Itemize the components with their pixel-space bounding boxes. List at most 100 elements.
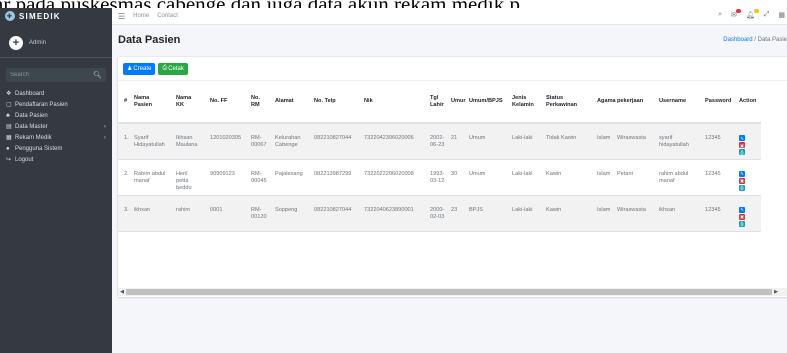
- sidebar-search-input[interactable]: [10, 72, 80, 78]
- column-header[interactable]: #: [118, 81, 134, 124]
- table-cell: 12345: [705, 123, 739, 160]
- sidebar-item-label: Rekam Medik: [15, 134, 52, 141]
- column-header[interactable]: pekerjaan: [617, 81, 659, 124]
- column-header[interactable]: No. RM: [251, 81, 275, 124]
- column-header[interactable]: No. FF: [210, 81, 251, 124]
- scroll-left-icon[interactable]: ◀: [118, 289, 126, 295]
- table-cell: 7322040623890001: [364, 195, 430, 232]
- edit-icon[interactable]: ✎: [739, 170, 745, 177]
- sidebar-item-pendaftaran-pasien[interactable]: ▢ Pendaftaran Pasien: [0, 99, 112, 110]
- sidebar-item-logout[interactable]: ↪ Logout: [0, 154, 112, 165]
- table-row: 1. Syarif Hidayatullah Ikhsan Maulana 12010…: [118, 123, 761, 160]
- nav-link-contact[interactable]: Contact: [157, 13, 178, 19]
- register-icon: ▢: [6, 102, 12, 108]
- column-header[interactable]: Username: [659, 81, 705, 124]
- scrollbar-thumb[interactable]: [126, 289, 772, 295]
- table-body: 1. Syarif Hidayatullah Ikhsan Maulana 12010…: [118, 123, 761, 232]
- brand[interactable]: ✚ SIMEDIK: [0, 8, 112, 24]
- column-header[interactable]: Jenis Kelamin: [512, 81, 546, 124]
- print-button[interactable]: ⎙ Cetak: [158, 62, 188, 75]
- table-cell: Wiraswasta: [617, 123, 659, 160]
- sidebar-item-label: Pendaftaran Pasien: [15, 101, 68, 108]
- table-cell: Syarif Hidayatullah: [134, 123, 176, 160]
- table-cell: Rahim abdul manaf: [134, 159, 176, 196]
- column-header[interactable]: Status Perkawinan: [546, 81, 597, 124]
- table-cell: Tidak Kawin: [546, 123, 597, 160]
- sidebar-item-data-master[interactable]: ▤ Data Master ‹: [0, 121, 112, 132]
- table-cell: 90909123: [210, 159, 251, 196]
- create-button[interactable]: ♟ Create: [123, 62, 156, 75]
- create-button-label: Create: [133, 65, 152, 72]
- print-icon[interactable]: ⎙: [739, 220, 745, 227]
- page-title: Data Pasien: [118, 34, 181, 46]
- breadcrumb-home[interactable]: Dashboard: [723, 37, 752, 43]
- sidebar-item-rekam-medik[interactable]: ▦ Rekam Medik ‹: [0, 132, 112, 143]
- user-panel[interactable]: + Admin: [0, 28, 112, 58]
- sidebar-search: 🔍︎: [6, 68, 106, 82]
- column-header[interactable]: No. Telp: [314, 81, 364, 124]
- column-header[interactable]: Agama: [597, 81, 617, 124]
- column-header[interactable]: Nik: [364, 81, 430, 124]
- table-cell: Wiraswasta: [617, 195, 659, 232]
- table-cell: 1.: [118, 123, 134, 160]
- table-cell: 12345: [705, 195, 739, 232]
- table-cell: 2002- 06-23: [430, 123, 451, 160]
- card-toolbar: ♟ Create ⎙ Cetak: [118, 57, 787, 81]
- user-name: Admin: [29, 39, 47, 46]
- column-header[interactable]: Umur: [451, 81, 469, 124]
- delete-icon[interactable]: ▣: [739, 142, 745, 148]
- print-icon[interactable]: ⎙: [739, 149, 745, 155]
- table-cell: 30: [451, 159, 469, 196]
- chevron-left-icon: ‹: [104, 123, 106, 130]
- column-header[interactable]: Tgl Lahir: [430, 81, 451, 124]
- sidebar-item-content: ❖ Dashboard: [6, 90, 45, 98]
- action-cell: ✎ ▣ ⎙: [739, 195, 761, 232]
- horizontal-scrollbar[interactable]: ◀ ▶: [118, 288, 787, 296]
- table-cell: 3.: [118, 195, 134, 232]
- print-icon: ⎙: [162, 65, 168, 71]
- notifications-badge: [753, 9, 759, 13]
- sidebar-item-content: ♣ Data Pasien: [6, 113, 48, 119]
- navbar-right: ⌕ ✉ 🔔︎ ⤢ ▦: [709, 9, 785, 19]
- sidebar-item-dashboard[interactable]: ❖ Dashboard: [0, 88, 112, 99]
- scroll-right-icon[interactable]: ▶: [772, 289, 780, 295]
- users-icon: ♣: [6, 112, 10, 119]
- sidebar-item-label: Data Master: [15, 123, 48, 130]
- table-cell: 082210827044: [314, 123, 364, 160]
- edit-icon[interactable]: ✎: [739, 206, 745, 213]
- column-header[interactable]: Action: [739, 81, 761, 124]
- messages-icon[interactable]: ✉: [731, 9, 741, 19]
- sidebar-item-content: ● Pengguna Sistem: [6, 146, 62, 152]
- table-cell: 23: [451, 195, 469, 232]
- grid-icon[interactable]: ▦: [778, 11, 785, 19]
- app-window: ✚ SIMEDIK + Admin 🔍︎ ❖Dashboard▢Pendafta…: [0, 8, 787, 353]
- delete-icon[interactable]: ▣: [739, 177, 745, 184]
- edit-icon[interactable]: ✎: [739, 135, 745, 141]
- menu-toggle-icon[interactable]: ☰: [118, 12, 125, 21]
- fullscreen-icon[interactable]: ⤢: [764, 11, 770, 19]
- table-cell: 2.: [118, 159, 134, 196]
- sidebar-item-data-pasien[interactable]: ♣ Data Pasien: [0, 110, 112, 121]
- table-cell: ikhsan: [659, 195, 705, 232]
- column-header[interactable]: Umum/BPJS: [469, 81, 512, 124]
- nav-link-home[interactable]: Home: [133, 13, 149, 19]
- sidebar-item-label: Pengguna Sistem: [15, 145, 63, 152]
- sidebar-item-label: Logout: [15, 156, 34, 163]
- notifications-icon[interactable]: 🔔︎: [746, 9, 759, 19]
- delete-icon[interactable]: ▣: [739, 213, 745, 220]
- print-icon[interactable]: ⎙: [739, 184, 745, 191]
- sidebar-item-label: Dashboard: [15, 90, 45, 97]
- messages-badge: [735, 9, 741, 13]
- sidebar: ✚ SIMEDIK + Admin 🔍︎ ❖Dashboard▢Pendafta…: [0, 8, 112, 353]
- column-header[interactable]: Nama KK: [176, 81, 210, 124]
- table-cell: Kelurahan Cabenge: [275, 123, 314, 160]
- search-icon[interactable]: 🔍︎: [93, 71, 102, 79]
- table-cell: RM- 00045: [251, 159, 275, 196]
- sidebar-item-pengguna-sistem[interactable]: ● Pengguna Sistem: [0, 143, 112, 154]
- search-icon[interactable]: ⌕: [718, 11, 722, 19]
- column-header[interactable]: Nama Pasien: [134, 81, 176, 124]
- column-header[interactable]: Alamat: [275, 81, 314, 124]
- table-cell: Islam: [597, 123, 617, 160]
- table-cell: Laki-laki: [512, 123, 546, 160]
- column-header[interactable]: Password: [705, 81, 739, 124]
